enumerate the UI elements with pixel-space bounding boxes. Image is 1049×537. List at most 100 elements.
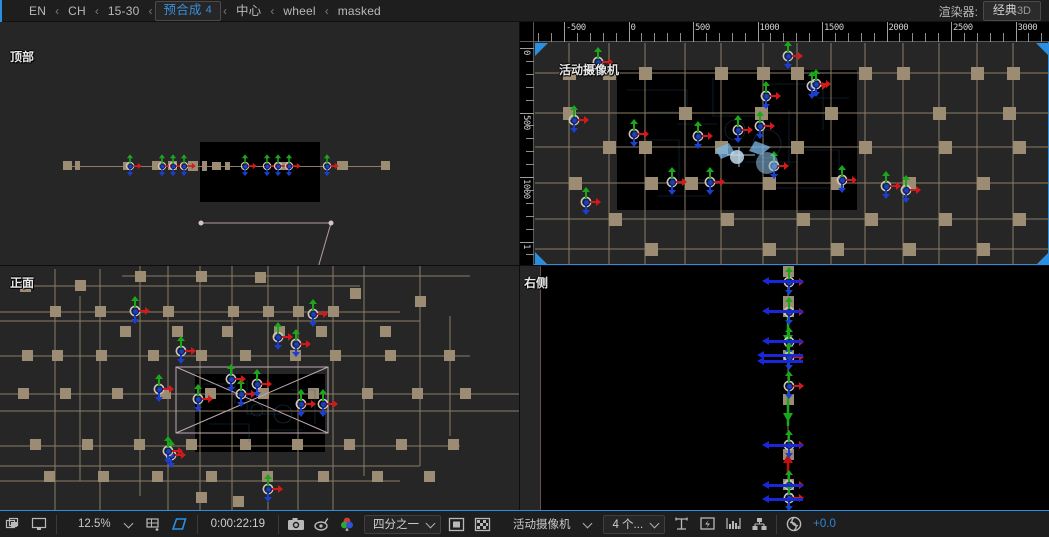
exposure-value[interactable]: +0.0 — [807, 518, 842, 530]
ruler-tick-minor — [899, 33, 900, 42]
z-axis-arrow — [769, 444, 803, 447]
ruler-tick-minor — [964, 33, 965, 42]
ruler-horizontal[interactable]: -500050010001500200025003000 — [534, 22, 1049, 42]
renderer-value[interactable]: 经典3D — [983, 1, 1041, 21]
monitor-icon[interactable] — [26, 511, 52, 537]
ruler-tick-minor — [526, 74, 534, 75]
ruler-tick-minor — [848, 33, 849, 42]
region-of-interest-icon[interactable] — [141, 511, 167, 537]
ruler-tick-major — [520, 242, 534, 243]
accent-stripe — [0, 0, 2, 22]
breadcrumb-item-precomp-active[interactable]: 预合成 4 — [155, 1, 221, 21]
resolution-dropdown[interactable]: 四分之一 — [364, 515, 441, 534]
viewport-front-scene — [0, 266, 519, 510]
ruler-tick-minor — [641, 33, 642, 42]
viewer-toolbar: 12.5% 0:00:22:19 — [0, 510, 1049, 537]
camera-view-dropdown[interactable]: 活动摄像机 — [499, 515, 598, 534]
ruler-tick-minor — [551, 33, 552, 42]
breadcrumb-bar: EN ‹ CH ‹ 15-30 ‹ 预合成 4 ‹ 中心 ‹ wheel ‹ m… — [0, 0, 1049, 22]
histogram-icon[interactable] — [720, 511, 746, 537]
always-preview-icon[interactable] — [0, 511, 26, 537]
ruler-tick-major — [758, 22, 759, 42]
breadcrumb-item-ch[interactable]: CH — [61, 0, 93, 22]
breadcrumb-item-masked[interactable]: masked — [331, 0, 388, 22]
breadcrumb-separator: ‹ — [53, 0, 61, 22]
chevron-down-icon — [651, 520, 660, 529]
ruler-tick-minor — [526, 125, 534, 126]
app-root: EN ‹ CH ‹ 15-30 ‹ 预合成 4 ‹ 中心 ‹ wheel ‹ m… — [0, 0, 1049, 537]
ruler-tick-minor — [861, 33, 862, 42]
viewport-right[interactable]: 右侧 — [520, 266, 1049, 510]
ruler-tick-minor — [526, 229, 534, 230]
toolbar-separator — [56, 515, 57, 534]
ruler-tick-minor — [796, 33, 797, 42]
ruler-tick-minor — [977, 33, 978, 42]
breadcrumb-item-15-30[interactable]: 15-30 — [101, 0, 147, 22]
scene-node — [202, 161, 207, 171]
breadcrumb-item-wheel[interactable]: wheel — [276, 0, 322, 22]
ruler-label: 1 — [521, 244, 531, 249]
ruler-tick-minor — [938, 33, 939, 42]
viewport-right-gutter — [520, 266, 540, 510]
ruler-tick-minor — [577, 33, 578, 42]
ruler-label: 1000 — [521, 179, 531, 199]
toolbar-separator — [278, 515, 279, 534]
toolbar-separator — [197, 515, 198, 534]
breadcrumb-item-en[interactable]: EN — [22, 0, 53, 22]
ruler-tick-major — [629, 22, 630, 42]
viewport-corner-marker — [535, 252, 548, 265]
resolution-value: 四分之一 — [373, 516, 419, 532]
viewport-corner-marker — [1036, 43, 1049, 56]
scene-node — [75, 161, 80, 170]
viewport-camera-scene: 活动摄像机 — [535, 43, 1049, 265]
viewport-top[interactable]: 顶部 — [0, 22, 519, 265]
breadcrumb-item-center[interactable]: 中心 — [229, 0, 268, 22]
ruler-label: 1500 — [824, 23, 844, 33]
renderer-selector[interactable]: 渲染器: 经典3D — [939, 0, 1041, 22]
snapshot-camera-icon[interactable] — [283, 511, 309, 537]
ruler-tick-minor — [526, 203, 534, 204]
mask-toggle-icon[interactable] — [444, 511, 470, 537]
ruler-tick-minor — [912, 33, 913, 42]
ruler-tick-major — [520, 113, 534, 114]
scene-node — [337, 161, 348, 170]
ruler-tick-minor — [1003, 33, 1004, 42]
timecode-display[interactable]: 0:00:22:19 — [202, 518, 274, 530]
renderer-options-icon[interactable] — [746, 511, 772, 537]
ruler-tick-minor — [526, 254, 534, 255]
ruler-tick-minor — [732, 33, 733, 42]
ruler-tick-minor — [1028, 33, 1029, 42]
viewport-active-camera[interactable]: -500050010001500200025003000 0 500 1000 1 活… — [520, 22, 1049, 265]
ruler-tick-minor — [925, 33, 926, 42]
scene-column — [750, 266, 820, 510]
viewport-grid: 顶部 — [0, 22, 1049, 510]
exposure-shutter-icon[interactable] — [781, 511, 807, 537]
ruler-tick-minor — [526, 151, 534, 152]
viewport-divider-horizontal[interactable] — [0, 265, 1049, 266]
ruler-tick-minor — [538, 33, 539, 42]
show-snapshot-icon[interactable] — [309, 511, 335, 537]
viewport-divider-vertical[interactable] — [519, 22, 520, 510]
ruler-tick-minor — [990, 33, 991, 42]
ruler-tick-minor — [603, 33, 604, 42]
zoom-level-dropdown[interactable]: 12.5% — [64, 515, 138, 534]
views-count-value: 4 个... — [612, 516, 643, 532]
ruler-tick-major — [520, 48, 534, 49]
fast-preview-icon[interactable] — [694, 511, 720, 537]
ruler-label: 500 — [521, 115, 531, 130]
breadcrumb-separator: ‹ — [323, 0, 331, 22]
ruler-corner — [520, 22, 534, 42]
channel-rgb-icon[interactable] — [335, 511, 361, 537]
camera-view-value: 活动摄像机 — [507, 516, 577, 532]
viewport-front[interactable]: 正面 — [0, 266, 519, 510]
3d-axis-icon[interactable] — [668, 511, 694, 537]
viewport-corner-marker — [1036, 252, 1049, 265]
scene-node — [212, 162, 221, 170]
views-count-dropdown[interactable]: 4 个... — [603, 515, 665, 534]
ruler-vertical[interactable]: 0 500 1000 1 — [520, 22, 534, 265]
comp-bounds — [200, 142, 320, 202]
ruler-label: 0 — [521, 50, 531, 55]
transparency-grid-icon[interactable] — [167, 511, 193, 537]
breadcrumb-separator: ‹ — [147, 0, 155, 22]
checkerboard-icon[interactable] — [470, 511, 496, 537]
